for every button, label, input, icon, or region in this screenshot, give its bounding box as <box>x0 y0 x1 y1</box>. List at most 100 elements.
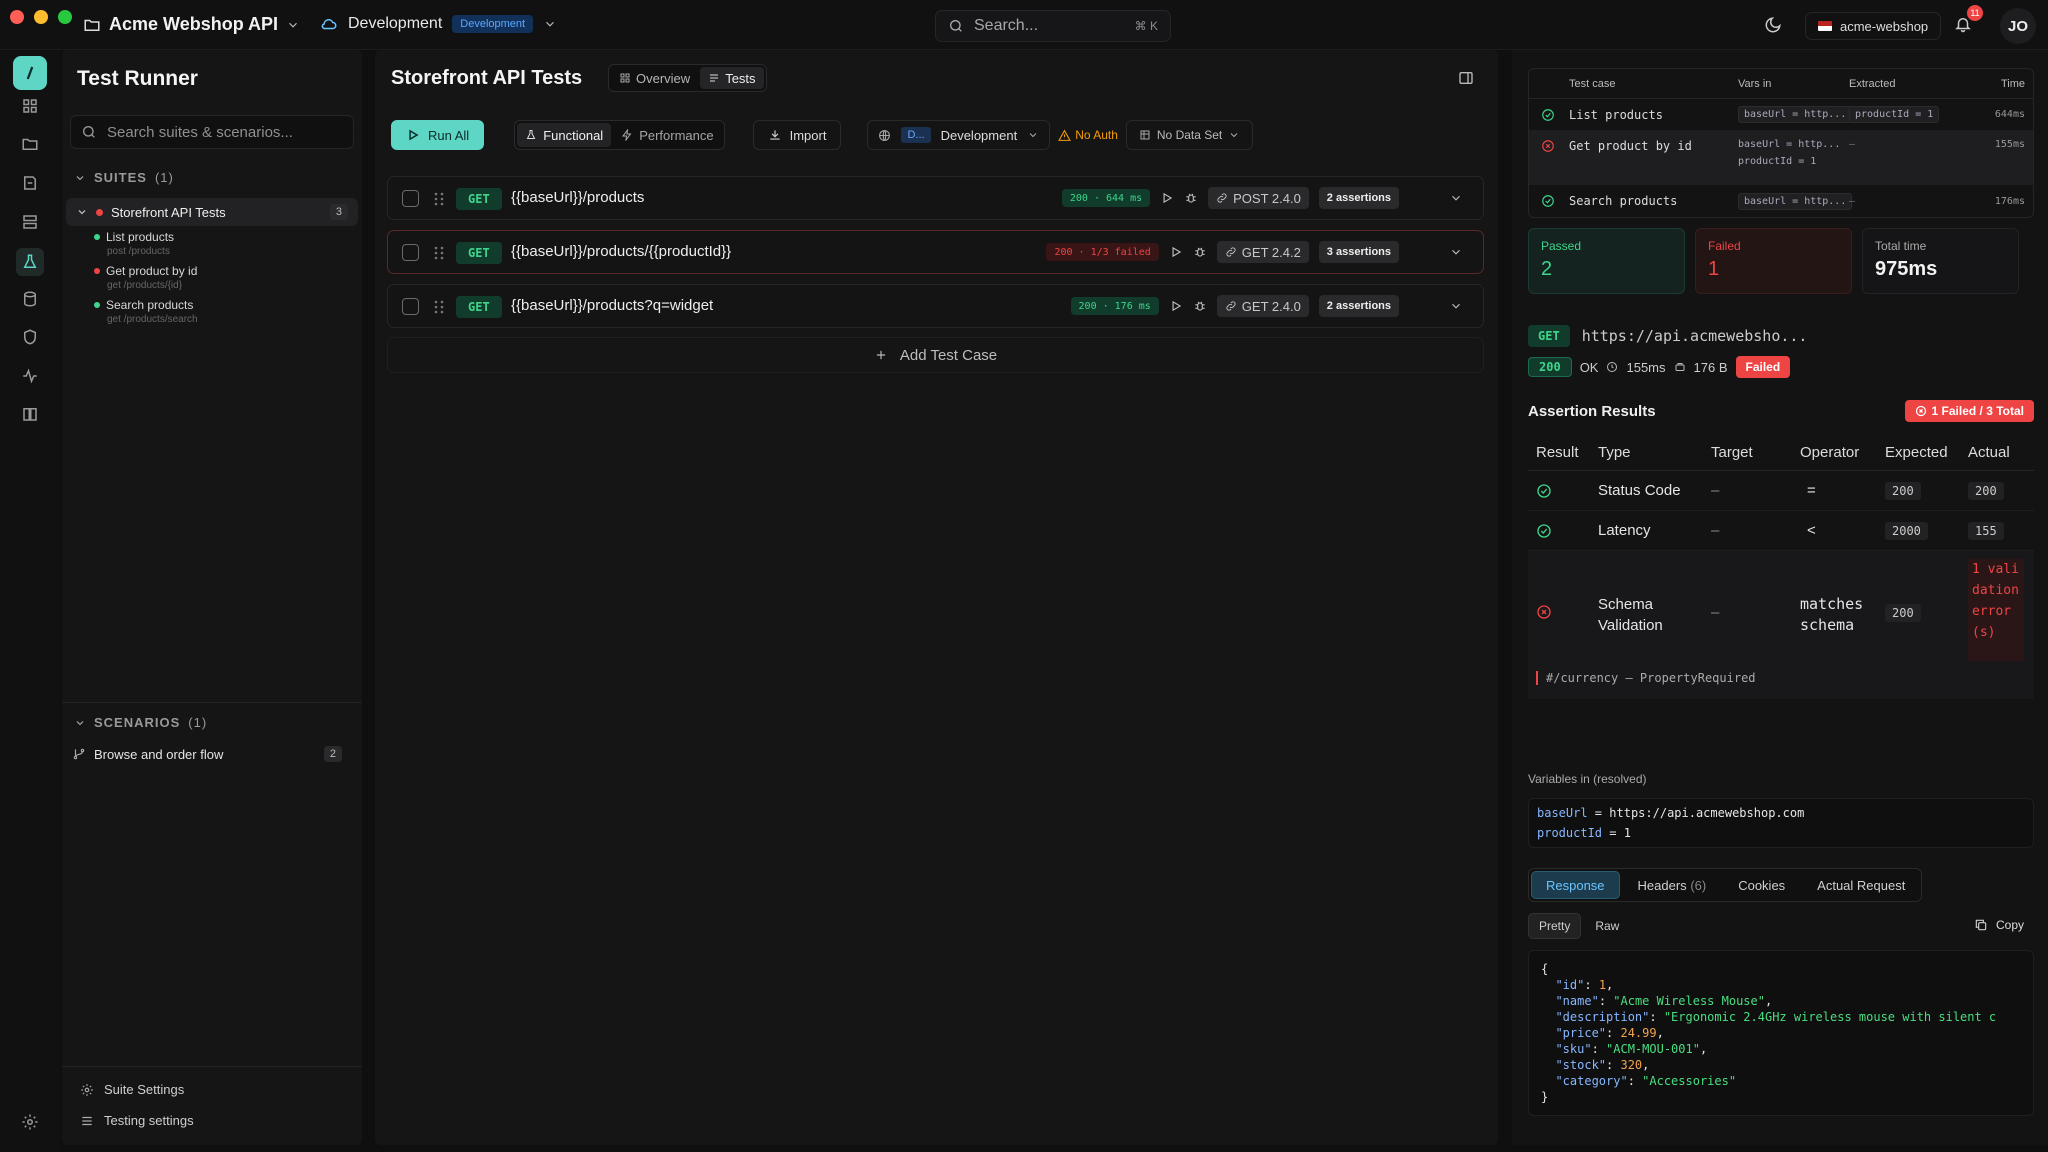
avatar[interactable]: JO <box>2000 8 2036 44</box>
scenario-status-dot <box>94 234 100 240</box>
tab-cookies[interactable]: Cookies <box>1724 871 1799 899</box>
download-icon <box>768 128 782 142</box>
assertion-row-failed[interactable]: Schema Validation – matches schema 200 1… <box>1528 551 2034 699</box>
chevron-down-icon[interactable] <box>1449 299 1463 313</box>
tab-headers[interactable]: Headers (6) <box>1624 871 1721 899</box>
servers-icon[interactable] <box>18 210 42 234</box>
suite-search-input[interactable]: Search suites & scenarios... <box>70 115 354 149</box>
global-search[interactable]: Search... ⌘ K <box>935 10 1171 42</box>
testing-settings-link[interactable]: Testing settings <box>80 1113 194 1128</box>
minimize-window-button[interactable] <box>34 10 48 24</box>
project-switcher[interactable]: Acme Webshop API <box>83 14 300 35</box>
test-case-row[interactable]: GET {{baseUrl}}/products 200 · 644 ms PO… <box>387 176 1484 220</box>
table-row[interactable]: Get product by id baseUrl = http... prod… <box>1529 131 2033 185</box>
pretty-button[interactable]: Pretty <box>1528 913 1582 939</box>
assertion-row[interactable]: Status Code – = 200 200 <box>1528 471 2034 511</box>
collections-icon[interactable] <box>18 132 42 156</box>
dataset-select[interactable]: No Data Set <box>1125 120 1254 150</box>
linked-request[interactable]: POST 2.4.0 <box>1208 187 1309 209</box>
tab-tests[interactable]: Tests <box>700 67 764 89</box>
import-button[interactable]: Import <box>752 120 842 150</box>
test-case-row[interactable]: GET {{baseUrl}}/products/{{productId}} 2… <box>387 230 1484 274</box>
globe-icon <box>878 129 891 142</box>
mode-performance[interactable]: Performance <box>613 123 721 147</box>
play-icon[interactable] <box>1160 191 1174 205</box>
settings-gear-icon[interactable] <box>18 1110 42 1134</box>
environment-select[interactable]: D... Development <box>867 120 1051 150</box>
bug-icon[interactable] <box>1193 299 1207 313</box>
scenarios-section-header[interactable]: SCENARIOS (1) <box>74 715 207 730</box>
row-vars-2: productId = 1 <box>1738 156 1817 167</box>
flow-item-browse-order[interactable]: Browse and order flow 2 <box>72 746 342 762</box>
shield-icon[interactable] <box>18 325 42 349</box>
response-tabs: Response Headers (6) Cookies Actual Requ… <box>1528 868 1923 902</box>
environment-switcher[interactable]: Development Development <box>320 15 557 33</box>
row-time: 155ms <box>1994 139 2025 150</box>
test-case-checkbox[interactable] <box>402 190 419 207</box>
maximize-window-button[interactable] <box>58 10 72 24</box>
assertion-actual: 155 <box>1968 521 2004 540</box>
test-case-checkbox[interactable] <box>402 298 419 315</box>
drag-handle-icon[interactable] <box>434 299 444 315</box>
scenario-item[interactable]: List products post /products <box>94 230 174 257</box>
book-icon[interactable] <box>18 402 42 426</box>
play-icon[interactable] <box>1169 245 1183 259</box>
copy-button[interactable]: Copy <box>1974 918 2024 932</box>
tab-response[interactable]: Response <box>1531 871 1620 899</box>
bug-icon[interactable] <box>1193 245 1207 259</box>
search-shortcut: ⌘ K <box>1134 19 1158 33</box>
method-badge: GET <box>456 242 502 264</box>
table-icon <box>1139 129 1151 141</box>
add-test-case-button[interactable]: Add Test Case <box>387 337 1484 373</box>
tab-actual-request[interactable]: Actual Request <box>1803 871 1919 899</box>
assertions-count[interactable]: 3 assertions <box>1318 241 1399 263</box>
play-icon[interactable] <box>1169 299 1183 313</box>
run-all-button[interactable]: Run All <box>391 120 485 150</box>
table-row[interactable]: Search products baseUrl = http... — 176m… <box>1529 185 2033 217</box>
raw-button[interactable]: Raw <box>1585 913 1629 939</box>
scenario-name: List products <box>106 230 175 244</box>
table-row[interactable]: List products baseUrl = http... productI… <box>1529 99 2033 131</box>
mode-functional[interactable]: Functional <box>517 123 612 147</box>
workspace-switcher[interactable]: acme-webshop <box>1805 12 1942 40</box>
scenario-item[interactable]: Search products get /products/search <box>94 298 198 325</box>
database-icon[interactable] <box>18 287 42 311</box>
close-window-button[interactable] <box>10 10 24 24</box>
test-case-checkbox[interactable] <box>402 244 419 261</box>
assertion-row[interactable]: Latency – < 2000 155 <box>1528 511 2034 551</box>
panel-toggle-icon[interactable] <box>1458 70 1474 86</box>
chevron-down-icon[interactable] <box>1449 245 1463 259</box>
suite-item-storefront[interactable]: Storefront API Tests 3 <box>66 198 358 226</box>
scenario-item[interactable]: Get product by id get /products/{id} <box>94 264 197 291</box>
bug-icon[interactable] <box>1184 191 1198 205</box>
dashboard-icon[interactable] <box>18 94 42 118</box>
tab-overview[interactable]: Overview <box>611 67 698 89</box>
method-badge: GET <box>456 296 502 318</box>
flow-name: Browse and order flow <box>94 746 224 762</box>
drag-handle-icon[interactable] <box>434 191 444 207</box>
test-runner-icon[interactable] <box>16 248 44 276</box>
col-operator: Operator <box>1800 444 1860 461</box>
flow-count-badge: 2 <box>323 746 342 762</box>
link-icon <box>1225 246 1237 258</box>
format-toggle: Pretty Raw <box>1528 912 1629 940</box>
logo-icon[interactable] <box>13 56 47 90</box>
linked-request[interactable]: GET 2.4.0 <box>1216 295 1309 317</box>
assertions-count[interactable]: 2 assertions <box>1318 295 1399 317</box>
test-case-row[interactable]: GET {{baseUrl}}/products?q=widget 200 · … <box>387 284 1484 328</box>
environment-name: Development <box>348 15 443 32</box>
history-icon[interactable] <box>18 171 42 195</box>
linked-request[interactable]: GET 2.4.2 <box>1216 241 1309 263</box>
chevron-down-icon[interactable] <box>1449 191 1463 205</box>
activity-icon[interactable] <box>18 364 42 388</box>
row-name: Search products <box>1569 194 1678 208</box>
suites-section-header[interactable]: SUITES (1) <box>74 170 174 185</box>
theme-toggle-icon[interactable] <box>1764 16 1782 34</box>
suite-settings-link[interactable]: Suite Settings <box>80 1082 184 1097</box>
assertions-count[interactable]: 2 assertions <box>1318 187 1399 209</box>
dataset-label: No Data Set <box>1156 128 1223 142</box>
json-name: "Acme Wireless Mouse" <box>1613 994 1765 1008</box>
drag-handle-icon[interactable] <box>434 245 444 261</box>
col-vars-in: Vars in <box>1738 77 1772 90</box>
auth-indicator[interactable]: No Auth <box>1058 128 1118 142</box>
